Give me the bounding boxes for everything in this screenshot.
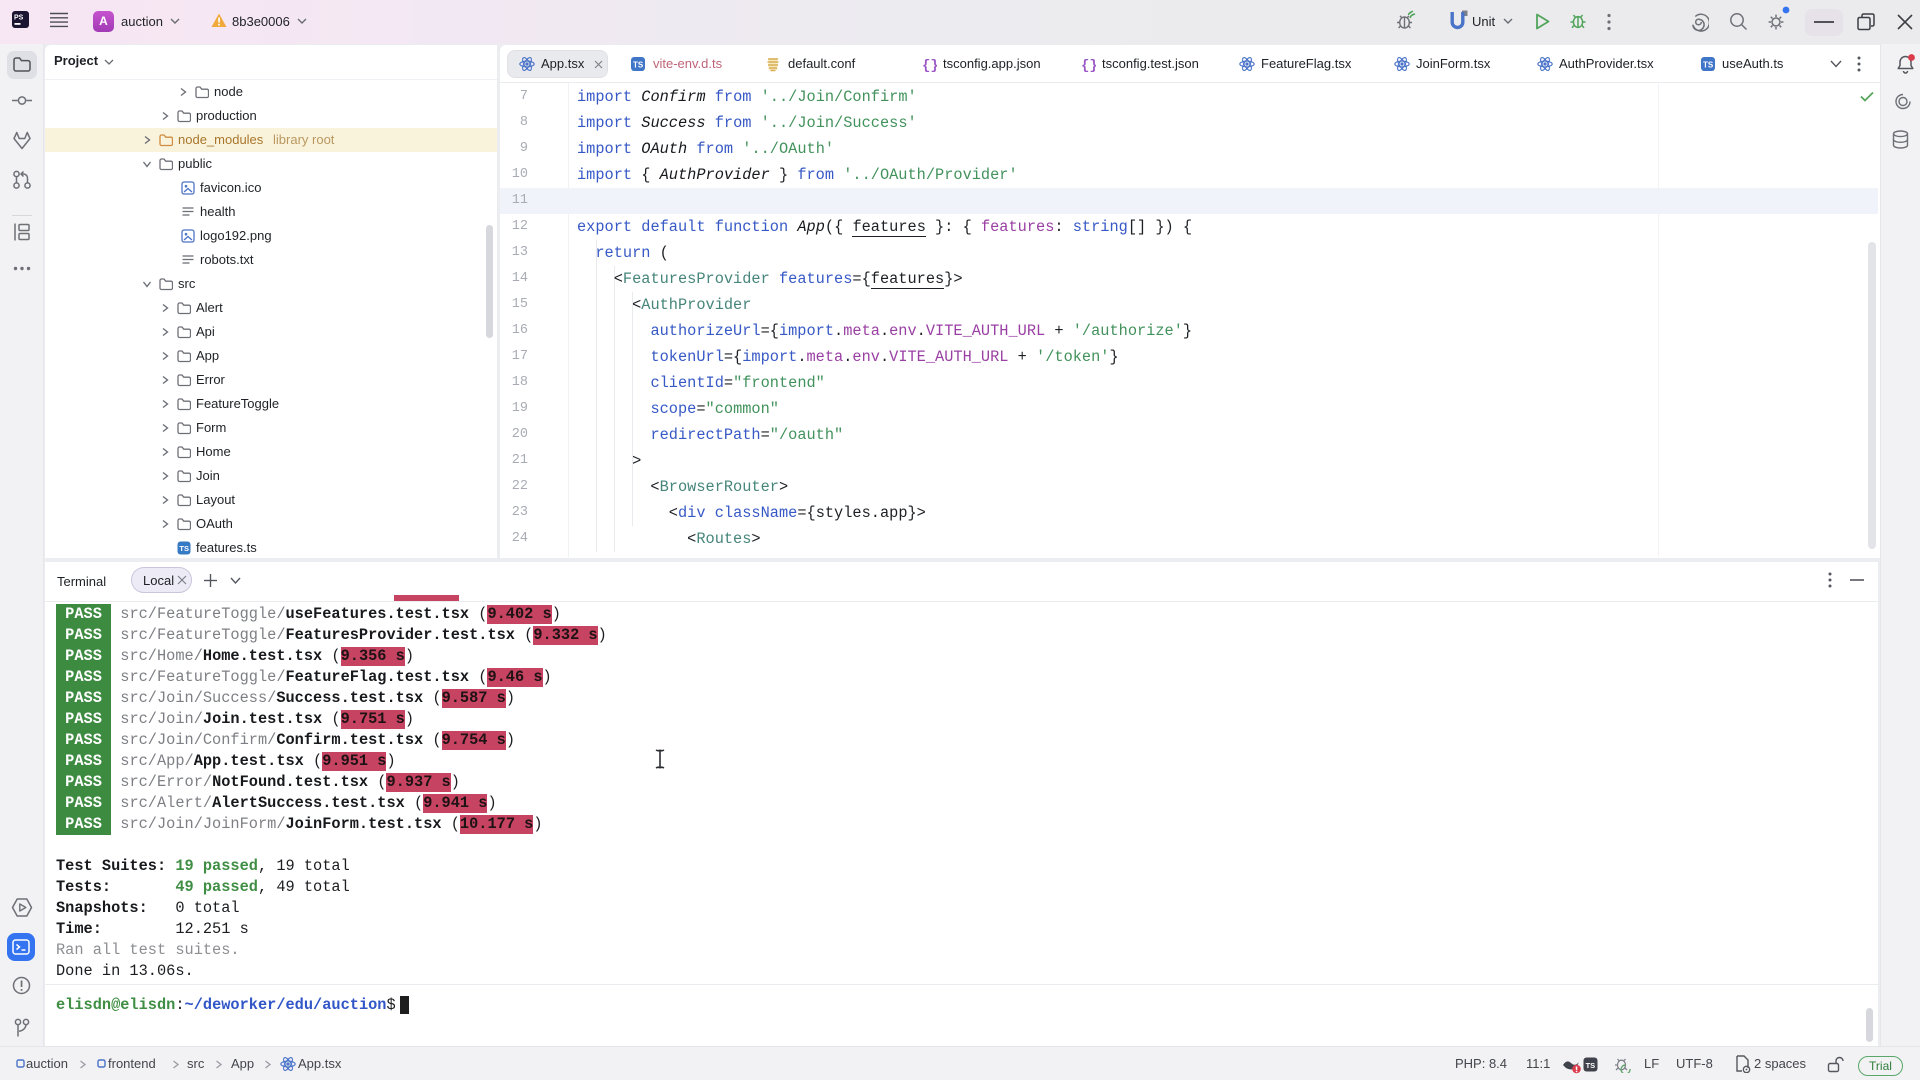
svg-text:TS: TS	[633, 61, 644, 70]
svg-text:{}: {}	[922, 58, 937, 72]
svg-text:PS: PS	[14, 15, 24, 22]
svg-text:TS: TS	[1586, 1061, 1596, 1070]
svg-text:TS: TS	[1703, 61, 1714, 70]
svg-text:{}: {}	[1081, 58, 1096, 72]
